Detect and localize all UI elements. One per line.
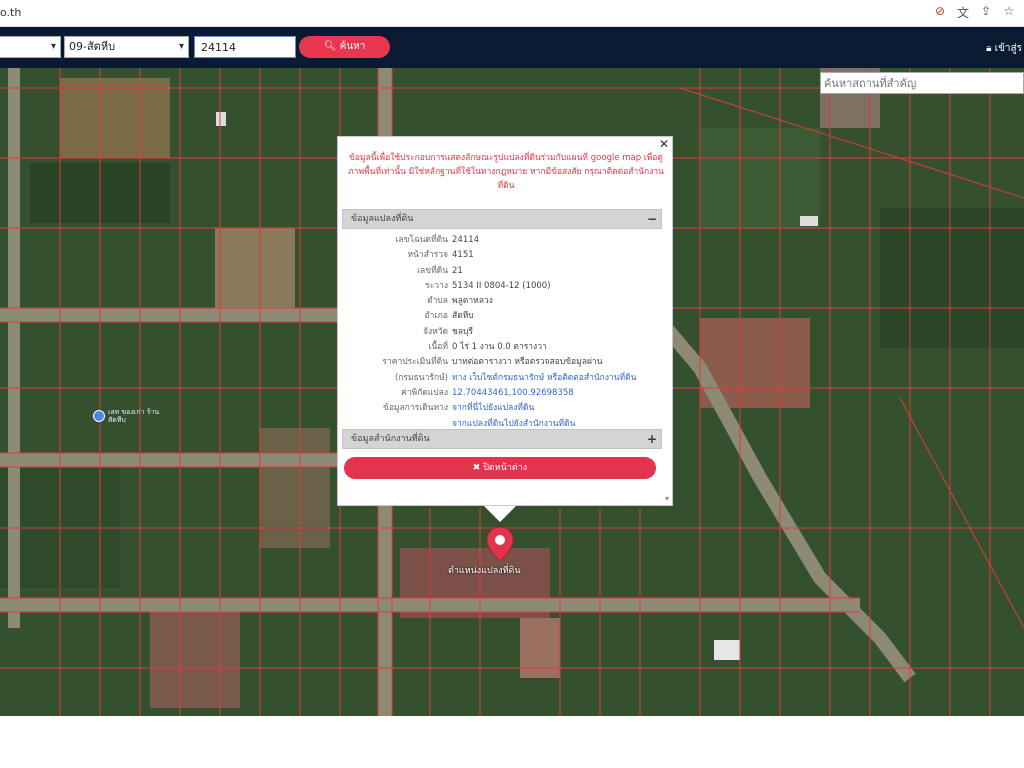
popup-pointer: [484, 506, 516, 522]
row-value: พลูตาหลวง: [452, 296, 493, 307]
chevron-down-icon: ▾: [178, 41, 184, 52]
district-select[interactable]: 09-สัตหีบ ▾: [64, 36, 189, 58]
row-label: เลขโฉนดที่ดิน: [395, 235, 448, 245]
row-label: ข้อมูลการเดินทาง: [383, 403, 448, 414]
collapse-icon[interactable]: −: [647, 210, 657, 228]
info-row: (กรมธนารักษ์) ทาง เว็บไซต์กรมธนารักษ์ หรื…: [342, 371, 662, 386]
province-select[interactable]: ▾: [0, 36, 61, 58]
bookmark-star-icon[interactable]: ☆: [1002, 4, 1016, 21]
disclaimer-text: ข้อมูลนี้เพื่อใช้ประกอบการแสดงลักษณะรูปแ…: [348, 153, 664, 191]
section-office-info[interactable]: ข้อมูลสำนักงานที่ดิน +: [342, 429, 662, 449]
location-blocked-icon[interactable]: ⊘: [933, 4, 947, 21]
browser-toolbar: o.th ⊘ 文 ⇪ ☆: [0, 0, 1024, 27]
landmark-poi[interactable]: เลท ของเก่า ร้านสัตหีบ: [93, 408, 168, 424]
search-button-label: ค้นหา: [339, 41, 366, 52]
parcel-number-input[interactable]: [194, 36, 296, 58]
info-row: เลขโฉนดที่ดิน 24114: [342, 233, 662, 248]
info-row: ตำบล พลูตาหลวง: [342, 294, 662, 309]
section-office-info-title: ข้อมูลสำนักงานที่ดิน: [351, 434, 430, 444]
info-row: ค่าพิกัดแปลง 12.70443461,100.92698358: [342, 386, 662, 401]
place-search-input[interactable]: [820, 72, 1024, 94]
login-link[interactable]: 🔒︎ เข้าสู่ร: [986, 41, 1022, 56]
row-label: ระวาง: [425, 280, 448, 291]
coordinates-link[interactable]: 12.70443461,100.92698358: [452, 386, 574, 401]
search-button[interactable]: 🔍︎ ค้นหา: [299, 36, 390, 58]
info-row: เนื้อที่ 0 ไร่ 1 งาน 0.0 ตารางวา: [342, 340, 662, 355]
row-label: หน้าสำรวจ: [407, 250, 448, 261]
row-label: จังหวัด: [422, 326, 448, 337]
row-value: ชลบุรี: [452, 326, 473, 337]
info-row: ข้อมูลการเดินทาง จากที่นี่ไปยังแปลงที่ดิน: [342, 401, 662, 416]
directions-to-parcel-link[interactable]: จากที่นี่ไปยังแปลงที่ดิน: [452, 401, 534, 416]
expand-icon[interactable]: +: [647, 430, 657, 448]
row-label: ราคาประเมินที่ดิน: [382, 357, 448, 368]
row-value: 0 ไร่ 1 งาน 0.0 ตารางวา: [452, 342, 547, 353]
section-land-info[interactable]: ข้อมูลแปลงที่ดิน −: [342, 209, 662, 229]
row-value: บาทต่อตารางวา หรือตรวจสอบข้อมูลผ่าน: [452, 357, 603, 368]
district-select-value: 09-สัตหีบ: [69, 40, 116, 53]
parcel-marker-label: ตำแหน่งแปลงที่ดิน: [448, 566, 521, 576]
row-label: อำเภอ: [424, 311, 449, 322]
info-row: เลขที่ดิน 21: [342, 264, 662, 279]
row-value: 5134 II 0804-12 (1000): [452, 280, 551, 291]
map-pin-icon: [93, 410, 105, 422]
row-label: (กรมธนารักษ์): [394, 372, 448, 383]
row-label: ค่าพิกัดแปลง: [401, 387, 448, 398]
row-value: สัตหีบ: [452, 311, 474, 322]
login-label: เข้าสู่ร: [994, 43, 1022, 54]
info-row: จังหวัด ชลบุรี: [342, 325, 662, 340]
info-row: ระวาง 5134 II 0804-12 (1000): [342, 279, 662, 294]
search-icon: 🔍︎: [323, 41, 337, 52]
info-row: ราคาประเมินที่ดิน บาทต่อตารางวา หรือตรวจส…: [342, 355, 662, 370]
site-header: ▾ 09-สัตหีบ ▾ 🔍︎ ค้นหา 🔒︎ เข้าสู่ร: [0, 27, 1024, 68]
translate-icon[interactable]: 文: [956, 4, 970, 21]
close-window-button[interactable]: ✖ ปิดหน้าต่าง: [344, 457, 656, 479]
landmark-name: เลท ของเก่า ร้านสัตหีบ: [108, 408, 160, 424]
browser-action-icons: ⊘ 文 ⇪ ☆: [933, 4, 1016, 21]
parcel-info-popup: ✕ ข้อมูลนี้เพื่อใช้ประกอบการแสดงลักษณะรู…: [337, 136, 673, 506]
close-icon[interactable]: ✕: [659, 137, 669, 151]
row-value: 21: [452, 265, 463, 276]
land-info-table: เลขโฉนดที่ดิน 24114 หน้าสำรวจ 4151 เลขที่ด…: [342, 233, 662, 432]
row-label: เนื้อที่: [428, 342, 448, 353]
share-icon[interactable]: ⇪: [979, 4, 993, 21]
row-label: ตำบล: [427, 296, 448, 307]
treasury-link[interactable]: ทาง เว็บไซต์กรมธนารักษ์ หรือติดต่อสำนักง…: [452, 371, 637, 386]
scroll-down-icon[interactable]: ▾: [665, 494, 669, 503]
chevron-down-icon: ▾: [50, 41, 56, 52]
lock-icon: 🔒︎: [986, 43, 992, 54]
info-row: อำเภอ สัตหีบ: [342, 309, 662, 324]
row-label: เลขที่ดิน: [417, 265, 448, 276]
info-row: หน้าสำรวจ 4151: [342, 248, 662, 263]
section-land-info-title: ข้อมูลแปลงที่ดิน: [351, 214, 414, 224]
row-value: 4151: [452, 250, 474, 261]
row-value: 24114: [452, 235, 480, 245]
address-bar[interactable]: o.th: [0, 6, 21, 19]
